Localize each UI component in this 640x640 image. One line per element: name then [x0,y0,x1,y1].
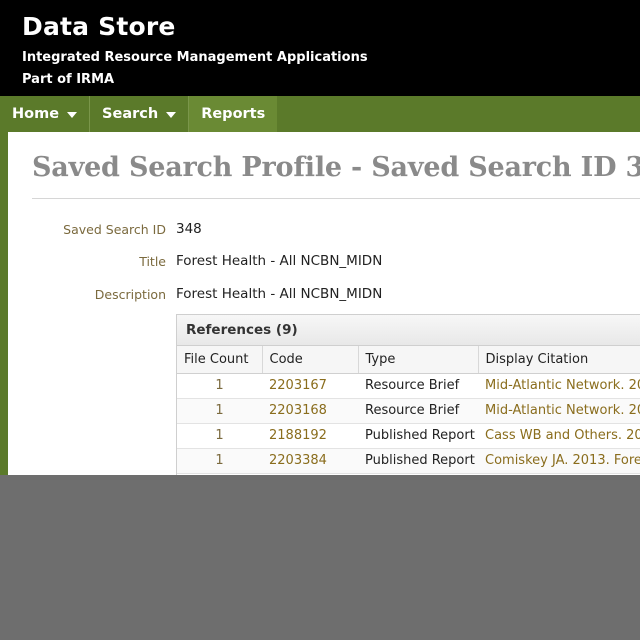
nav-search-menu[interactable]: Search [90,96,190,132]
reference-type-cell: Published Report [358,448,478,474]
saved-search-id-label: Saved Search ID [63,222,166,237]
file-count-cell: 1 [177,398,262,424]
file-count-cell: 1 [177,423,262,449]
reference-type-cell: Resource Brief [358,398,478,424]
reference-code-link[interactable]: 2203384 [262,448,358,474]
table-row: 1 2203384 Published Report Comiskey JA. … [177,448,640,474]
reference-code-link[interactable]: 2203168 [262,398,358,424]
description-value: Forest Health - All NCBN_MIDN [176,286,383,302]
column-header-file-count[interactable]: File Count [177,346,263,374]
file-count-cell: 1 [177,373,262,399]
reference-code-link[interactable]: 2188192 [262,423,358,449]
reference-type-cell: Published Report [358,423,478,449]
chevron-down-icon [67,112,78,118]
title-divider [32,198,640,199]
citation-link[interactable]: Mid-Atlantic Network. 2013 [478,373,640,399]
site-header: Data Store Integrated Resource Managemen… [0,0,640,96]
table-row: 1 2203168 Resource Brief Mid-Atlantic Ne… [177,398,640,424]
references-panel: References (9) File Count Code Type Disp… [176,314,640,475]
citation-link[interactable]: Comiskey JA. 2013. Forest [478,448,640,474]
nav-reports-label: Reports [201,106,266,122]
description-label: Description [94,287,166,302]
nav-reports-link[interactable]: Reports [189,96,278,132]
citation-link[interactable]: Mid-Atlantic Network. 2013 [478,398,640,424]
file-count-cell: 1 [177,448,262,474]
table-header-row: File Count Code Type Display Citation [177,346,640,374]
page-title: Saved Search Profile - Saved Search ID 3… [32,152,640,183]
reference-code-link[interactable]: 2203167 [262,373,358,399]
part-of-label: Part of IRMA [22,72,115,87]
nav-search-label: Search [102,106,159,122]
table-row: 1 2203167 Resource Brief Mid-Atlantic Ne… [177,373,640,399]
content-panel: Saved Search Profile - Saved Search ID 3… [8,132,640,475]
nav-home-menu[interactable]: Home [0,96,91,132]
column-header-type[interactable]: Type [358,346,479,374]
chevron-down-icon [166,112,177,118]
references-table: File Count Code Type Display Citation 1 … [177,346,640,474]
nav-home-label: Home [12,106,60,122]
title-value: Forest Health - All NCBN_MIDN [176,253,383,269]
table-row: 1 2188192 Published Report Cass WB and O… [177,423,640,449]
column-header-code[interactable]: Code [262,346,359,374]
app-subtitle: Integrated Resource Management Applicati… [22,50,368,65]
references-header: References (9) [177,315,640,346]
app-title[interactable]: Data Store [22,12,176,41]
citation-link[interactable]: Cass WB and Others. 2012 [478,423,640,449]
reference-type-cell: Resource Brief [358,373,478,399]
column-header-display-citation[interactable]: Display Citation [478,346,640,374]
content-frame: Saved Search Profile - Saved Search ID 3… [0,132,640,475]
saved-search-id-value: 348 [176,221,202,237]
main-nav: Home Search Reports [0,96,640,132]
title-label: Title [139,254,166,269]
